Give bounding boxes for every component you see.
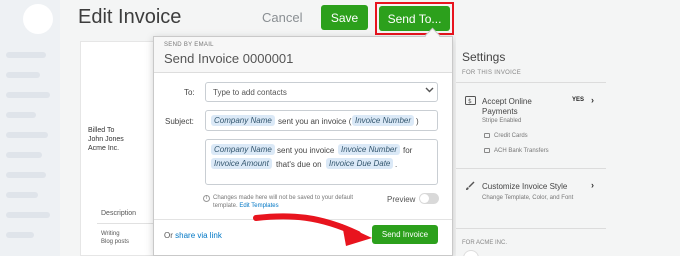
nav-item[interactable] xyxy=(6,52,46,58)
body-text: . xyxy=(395,160,398,169)
cancel-button[interactable]: Cancel xyxy=(262,10,302,25)
line-item-detail: Blog posts xyxy=(101,239,130,245)
description-header: Description xyxy=(101,210,137,217)
line-item-name: Writing xyxy=(101,231,120,237)
customize-style-sub: Change Template, Color, and Font xyxy=(482,195,574,201)
settings-title: Settings xyxy=(462,50,506,64)
brush-icon xyxy=(465,181,475,193)
divider xyxy=(456,228,606,229)
nav-item[interactable] xyxy=(6,232,34,238)
divider xyxy=(456,82,606,83)
save-button[interactable]: Save xyxy=(321,5,368,30)
to-placeholder: Type to add contacts xyxy=(213,88,287,97)
nav-item[interactable] xyxy=(6,192,38,198)
nav-item[interactable] xyxy=(6,212,50,218)
send-by-email-label: SEND BY EMAIL xyxy=(164,42,214,48)
merge-tag[interactable]: Company Name xyxy=(211,115,275,126)
divider xyxy=(456,168,606,169)
nav-item[interactable] xyxy=(6,152,42,158)
page-title: Edit Invoice xyxy=(78,6,182,28)
nav-item[interactable] xyxy=(6,132,48,138)
body-text: sent you invoice xyxy=(277,146,335,155)
settings-section-label: FOR THIS INVOICE xyxy=(462,70,522,76)
share-via-link-row: Or share via link xyxy=(164,231,222,240)
payments-value: YES xyxy=(572,97,585,103)
dollar-card-icon: $ xyxy=(465,96,476,107)
info-icon: i xyxy=(203,195,210,202)
subject-text: sent you an invoice ( xyxy=(278,117,352,126)
bank-icon xyxy=(484,148,490,153)
subject-text: ) xyxy=(416,117,419,126)
merge-tag[interactable]: Invoice Due Date xyxy=(326,158,394,169)
app-logo[interactable] xyxy=(23,4,53,34)
preview-label: Preview xyxy=(387,195,416,204)
merge-tag[interactable]: Company Name xyxy=(211,144,275,155)
billed-name: John Jones xyxy=(88,136,124,143)
settings-panel xyxy=(456,36,680,256)
credit-card-icon xyxy=(484,133,490,138)
merge-tag[interactable]: Invoice Number xyxy=(352,115,415,126)
body-text: for xyxy=(403,146,413,155)
toggle-knob xyxy=(420,194,429,203)
merge-tag[interactable]: Invoice Number xyxy=(338,144,401,155)
to-label: To: xyxy=(184,88,195,97)
chevron-right-icon[interactable]: › xyxy=(591,180,594,190)
send-invoice-button[interactable]: Send Invoice xyxy=(372,225,438,244)
modal-title: Send Invoice 0000001 xyxy=(164,51,294,66)
body-text: that's due on xyxy=(276,160,322,169)
share-via-link[interactable]: share via link xyxy=(175,231,222,240)
billed-to-label: Billed To xyxy=(88,127,115,134)
nav-item[interactable] xyxy=(6,112,36,118)
chevron-down-icon[interactable] xyxy=(425,86,434,95)
nav-item[interactable] xyxy=(6,172,46,178)
nav-item[interactable] xyxy=(6,92,50,98)
red-arrow-icon xyxy=(253,213,372,246)
chevron-right-icon[interactable]: › xyxy=(591,95,594,105)
credit-cards-option[interactable]: Credit Cards xyxy=(494,133,528,139)
line-item[interactable]: Writing Blog posts xyxy=(101,230,129,246)
accept-payments-label[interactable]: Accept Online Payments xyxy=(482,97,562,117)
share-prefix: Or xyxy=(164,231,173,240)
ach-option[interactable]: ACH Bank Transfers xyxy=(494,148,549,154)
nav-item[interactable] xyxy=(6,72,40,78)
billed-company: Acme Inc. xyxy=(88,145,120,152)
billed-to-block: Billed To John Jones Acme Inc. xyxy=(88,126,124,153)
merge-tag[interactable]: Invoice Amount xyxy=(211,158,272,169)
customize-style-label[interactable]: Customize Invoice Style xyxy=(482,182,567,192)
subject-label: Subject: xyxy=(165,117,194,126)
payments-status: Stripe Enabled xyxy=(482,118,522,124)
preview-toggle[interactable] xyxy=(419,193,439,204)
side-navigation xyxy=(0,0,60,256)
for-company-label: FOR ACME INC. xyxy=(462,240,508,246)
svg-text:$: $ xyxy=(468,98,472,105)
send-to-button[interactable]: Send To... xyxy=(379,6,450,31)
